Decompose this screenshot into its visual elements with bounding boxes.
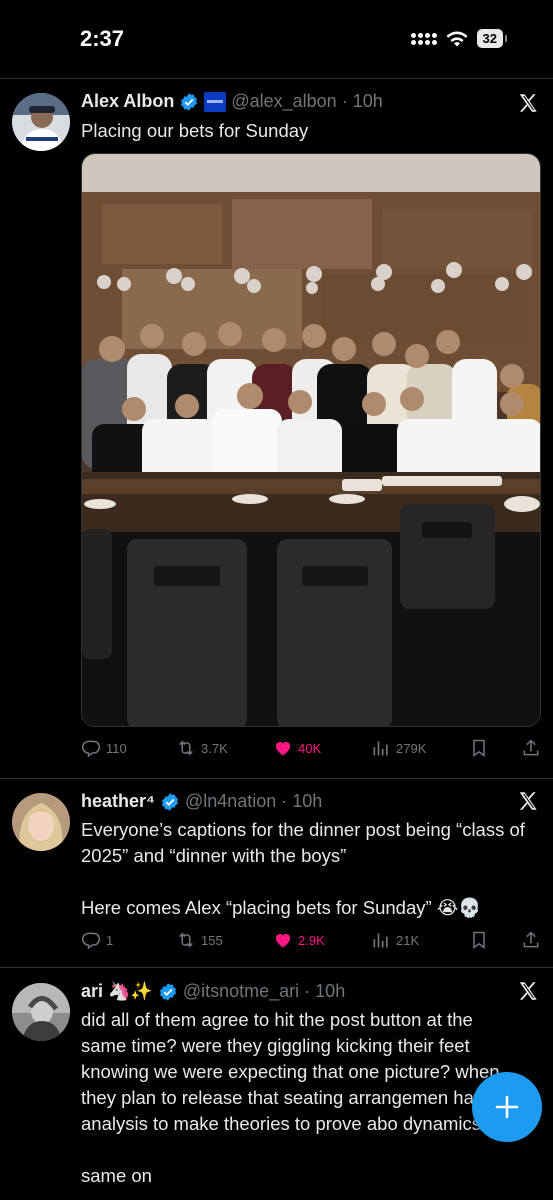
heart-icon <box>275 933 291 948</box>
tweet-text: did all of them agree to hit the post bu… <box>81 1009 500 1186</box>
tweet-time[interactable]: 10h <box>292 791 322 812</box>
author-name[interactable]: Alex Albon <box>81 91 174 112</box>
views-icon <box>373 933 388 948</box>
reply-icon <box>81 740 101 758</box>
tweet-photo[interactable] <box>81 153 541 727</box>
verified-badge-icon <box>181 92 198 111</box>
tweet-text: Everyone’s captions for the dinner post … <box>81 819 525 918</box>
retweet-count: 3.7K <box>201 740 228 756</box>
tweet-time[interactable]: 10h <box>315 981 345 1002</box>
views-button[interactable]: 21K <box>371 930 419 950</box>
heart-icon <box>275 741 291 756</box>
avatar[interactable] <box>12 793 70 851</box>
retweet-icon <box>179 740 193 756</box>
wifi-icon <box>446 31 468 46</box>
retweet-icon <box>179 932 193 948</box>
view-count: 279K <box>396 740 427 756</box>
tweet-text: Placing our bets for Sunday <box>81 120 309 141</box>
separator-dot: · <box>341 91 348 111</box>
views-icon <box>373 741 388 756</box>
verified-badge-icon <box>159 982 176 1001</box>
bookmark-button[interactable] <box>469 930 489 950</box>
x-logo-icon <box>519 792 537 810</box>
author-handle[interactable]: @itsnotme_ari <box>183 981 299 1002</box>
battery-indicator: 32 <box>476 29 508 48</box>
tweet-time[interactable]: 10h <box>353 91 383 112</box>
divider <box>0 967 553 968</box>
status-time: 2:37 <box>80 26 125 51</box>
like-button[interactable]: 40K <box>273 738 321 758</box>
compose-button[interactable] <box>472 1072 542 1142</box>
reply-button[interactable]: 1 <box>81 930 113 950</box>
status-icons: 32 <box>410 29 508 48</box>
share-icon <box>523 739 539 756</box>
tweet-header: Alex Albon @alex_albon · 10h <box>81 91 383 112</box>
share-button[interactable] <box>521 930 541 950</box>
views-button[interactable]: 279K <box>371 738 426 758</box>
author-name[interactable]: heather⁴ <box>81 791 155 812</box>
retweet-button[interactable]: 155 <box>176 930 223 950</box>
team-badge-icon <box>204 91 227 112</box>
reply-icon <box>81 932 101 950</box>
reply-count: 110 <box>106 740 127 756</box>
like-count: 40K <box>298 740 322 756</box>
like-count: 2.9K <box>298 932 325 948</box>
author-name[interactable]: ari 🦄✨ <box>81 981 153 1002</box>
tweet-actions: 110 3.7K 40K 279K <box>81 738 541 760</box>
avatar[interactable] <box>12 983 70 1041</box>
verified-badge-icon <box>161 792 178 811</box>
author-handle[interactable]: @alex_albon <box>231 91 336 112</box>
retweet-count: 155 <box>201 932 223 948</box>
view-count: 21K <box>396 932 420 948</box>
avatar[interactable] <box>12 93 70 151</box>
bookmark-icon <box>473 931 485 949</box>
divider <box>0 78 553 79</box>
separator-dot: · <box>281 791 288 811</box>
x-logo-icon <box>519 982 537 1000</box>
status-bar: 2:37 32 <box>0 0 553 78</box>
separator-dot: · <box>304 981 311 1001</box>
share-button[interactable] <box>521 738 541 758</box>
like-button[interactable]: 2.9K <box>273 930 325 950</box>
bookmark-button[interactable] <box>469 738 489 758</box>
plus-icon <box>495 1095 519 1119</box>
reply-count: 1 <box>106 932 114 948</box>
divider <box>0 778 553 779</box>
share-icon <box>523 931 539 948</box>
reply-button[interactable]: 110 <box>81 738 127 758</box>
tweet-actions: 1 155 2.9K 21K <box>81 930 541 952</box>
retweet-button[interactable]: 3.7K <box>176 738 228 758</box>
author-handle[interactable]: @ln4nation <box>185 791 276 812</box>
bookmark-icon <box>473 739 485 757</box>
cellular-signal-icon <box>410 32 437 45</box>
tweet-header: ari 🦄✨ @itsnotme_ari · 10h <box>81 981 345 1002</box>
tweet-header: heather⁴ @ln4nation · 10h <box>81 791 322 812</box>
x-logo-icon <box>519 94 537 112</box>
